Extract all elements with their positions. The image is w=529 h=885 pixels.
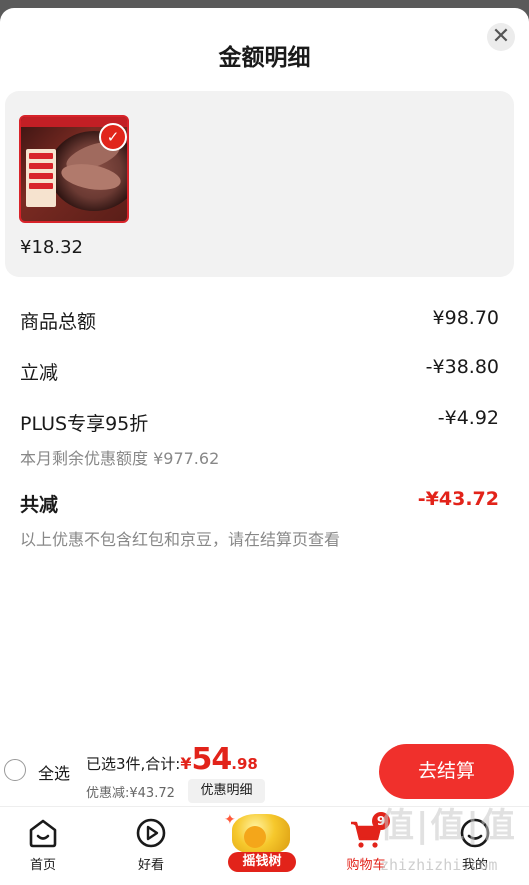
thumbnail-label bbox=[26, 149, 56, 207]
total-amount-dec: .98 bbox=[231, 755, 258, 773]
summary-prefix: 已选3件,合计: bbox=[86, 755, 181, 773]
total-amount-int: 54 bbox=[191, 742, 233, 777]
order-summary: 已选3件,合计:¥54.98 bbox=[86, 742, 258, 777]
checkout-button[interactable]: 去结算 bbox=[379, 744, 514, 799]
total-discount-label: 共减 bbox=[20, 494, 59, 516]
instant-discount-value: -¥38.80 bbox=[425, 356, 499, 378]
goods-total-label: 商品总额 bbox=[20, 311, 97, 333]
total-discount-value: -¥43.72 bbox=[417, 488, 499, 510]
close-icon: ✕ bbox=[491, 24, 511, 49]
discount-detail-button[interactable]: 优惠明细 bbox=[188, 779, 265, 803]
instant-discount-label: 立减 bbox=[20, 362, 59, 384]
select-all-radio[interactable] bbox=[4, 759, 26, 781]
plus-discount-value: -¥4.92 bbox=[437, 407, 499, 429]
selected-check-icon[interactable]: ✓ bbox=[99, 123, 127, 151]
plus-discount-label: PLUS专享95折 bbox=[20, 413, 149, 435]
select-all-label[interactable]: 全选 bbox=[38, 760, 70, 784]
product-price: ¥18.32 bbox=[20, 237, 83, 258]
tab-money-tree[interactable]: ✦ 摇钱树 bbox=[222, 812, 300, 878]
product-thumbnail[interactable]: ✓ bbox=[19, 115, 129, 223]
site-watermark: 值|值|值 bbox=[380, 806, 517, 846]
tab-home[interactable]: 首页 bbox=[3, 816, 83, 873]
tab-money-tree-label: 摇钱树 bbox=[228, 852, 296, 872]
sheet-title: 金额明细 bbox=[218, 45, 311, 71]
close-button[interactable]: ✕ bbox=[487, 23, 515, 51]
tab-watch[interactable]: 好看 bbox=[111, 816, 191, 873]
discount-summary: 优惠减:¥43.72 bbox=[86, 786, 175, 801]
goods-total-value: ¥98.70 bbox=[432, 307, 499, 329]
discount-disclaimer: 以上优惠不包含红包和京豆，请在结算页查看 bbox=[20, 530, 341, 549]
play-icon bbox=[136, 818, 166, 848]
site-watermark-url: zhizhizhi.com bbox=[380, 856, 498, 874]
product-card: ✓ ¥18.32 bbox=[5, 91, 514, 277]
tab-watch-label: 好看 bbox=[137, 858, 164, 873]
coin-bag-icon bbox=[244, 826, 266, 848]
home-icon bbox=[29, 819, 57, 848]
currency-symbol: ¥ bbox=[180, 754, 192, 773]
tab-home-label: 首页 bbox=[29, 858, 56, 873]
plus-quota-note: 本月剩余优惠额度 ¥977.62 bbox=[20, 449, 220, 468]
